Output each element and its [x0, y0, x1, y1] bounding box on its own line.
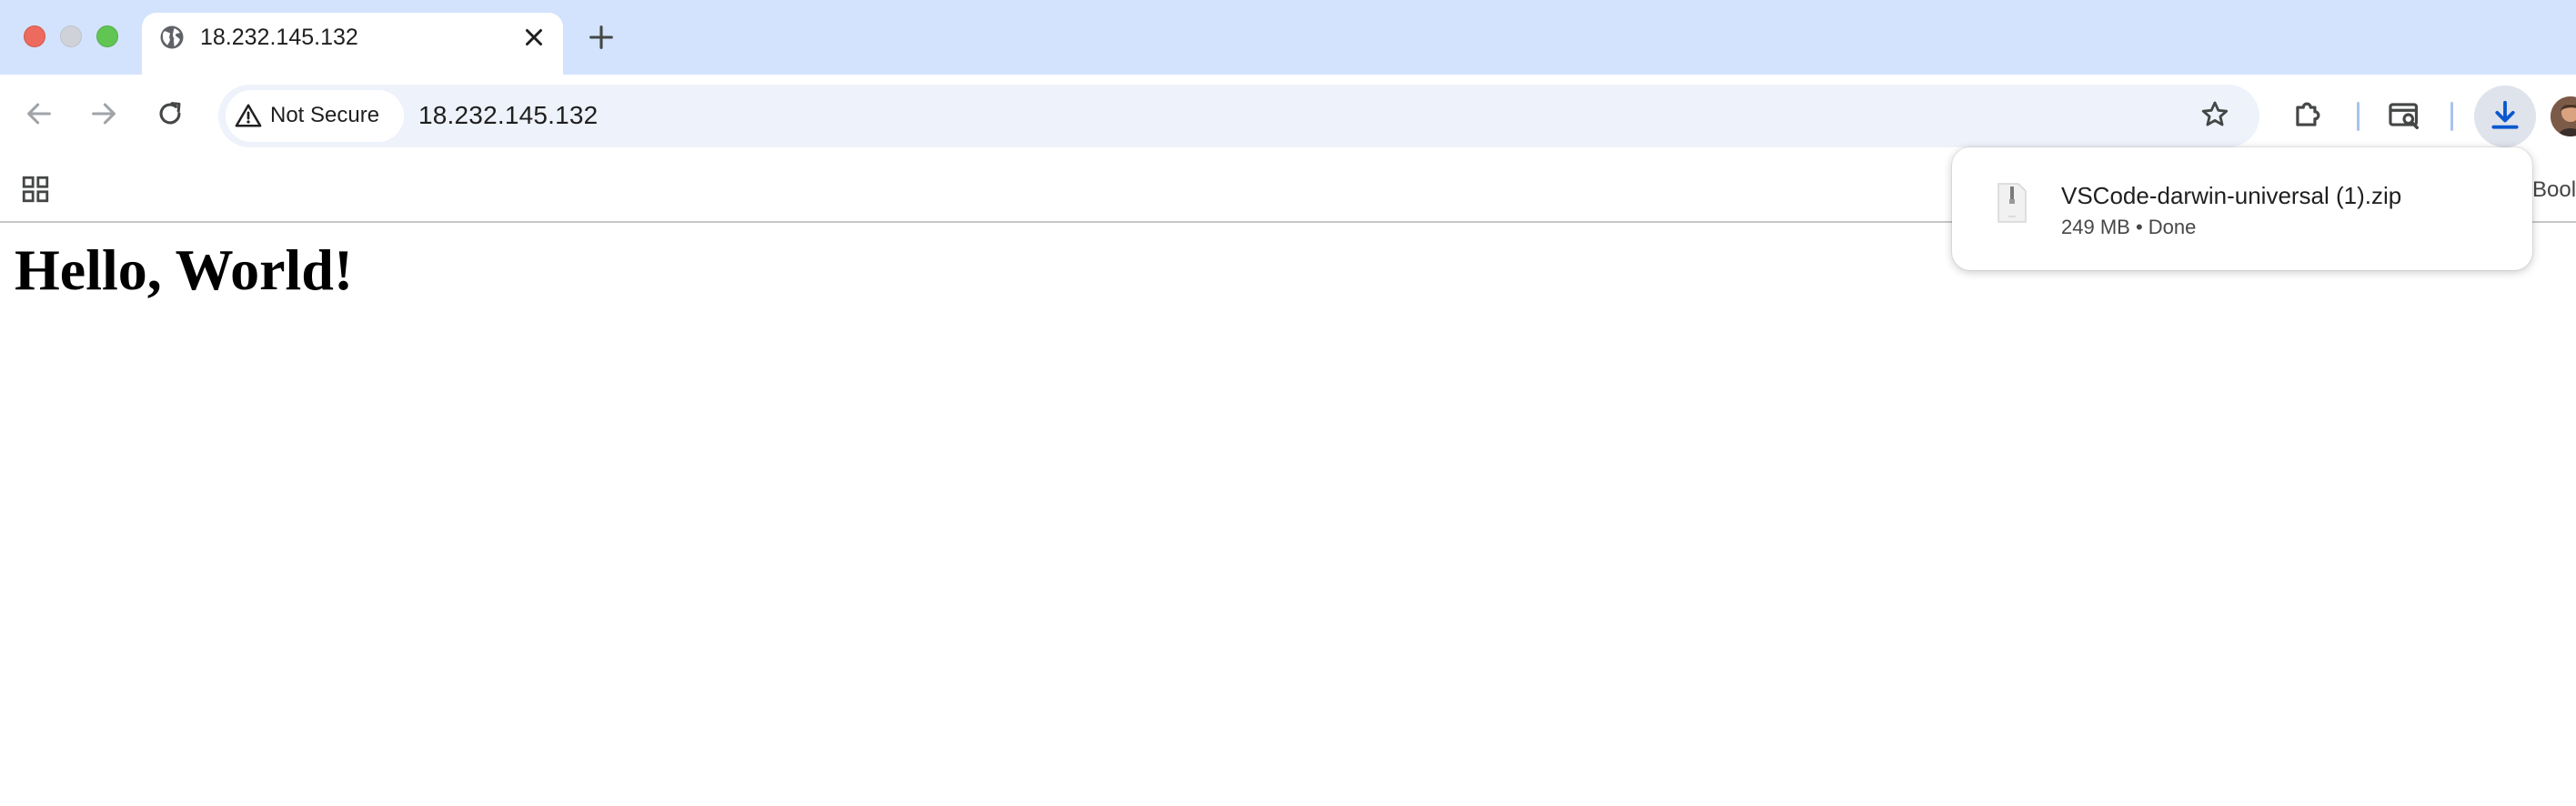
page-heading: Hello, World!	[15, 237, 354, 302]
download-size: 249 MB	[2061, 216, 2130, 238]
bookmark-star-icon[interactable]	[2199, 99, 2230, 130]
back-icon[interactable]	[24, 98, 55, 129]
toolbar-divider	[2357, 102, 2360, 131]
maximize-window-button[interactable]	[96, 25, 118, 47]
download-separator: •	[2135, 216, 2143, 238]
zip-file-icon[interactable]	[1996, 182, 2028, 224]
warning-icon	[235, 104, 262, 127]
download-icon[interactable]	[2488, 98, 2522, 133]
security-label: Not Secure	[270, 103, 380, 127]
download-status: 249 MB • Done	[2061, 213, 2196, 242]
globe-icon	[160, 25, 184, 49]
reload-icon[interactable]	[155, 98, 186, 129]
close-window-button[interactable]	[24, 25, 45, 47]
download-file-name[interactable]: VSCode-darwin-universal (1).zip	[2061, 178, 2401, 213]
address-text[interactable]: 18.232.145.132	[418, 96, 598, 135]
download-state: Done	[2148, 216, 2197, 238]
apps-grid-icon[interactable]	[20, 174, 51, 205]
new-tab-button[interactable]	[586, 22, 617, 53]
bookmarks-truncated-label[interactable]: Bool	[2532, 173, 2576, 207]
toolbar-divider	[2450, 102, 2453, 131]
search-tab-icon[interactable]	[2387, 97, 2421, 132]
close-tab-icon[interactable]	[520, 24, 548, 51]
tab-title: 18.232.145.132	[200, 25, 358, 50]
minimize-window-button[interactable]	[60, 25, 82, 47]
forward-icon[interactable]	[88, 98, 119, 129]
extensions-icon[interactable]	[2290, 97, 2325, 132]
